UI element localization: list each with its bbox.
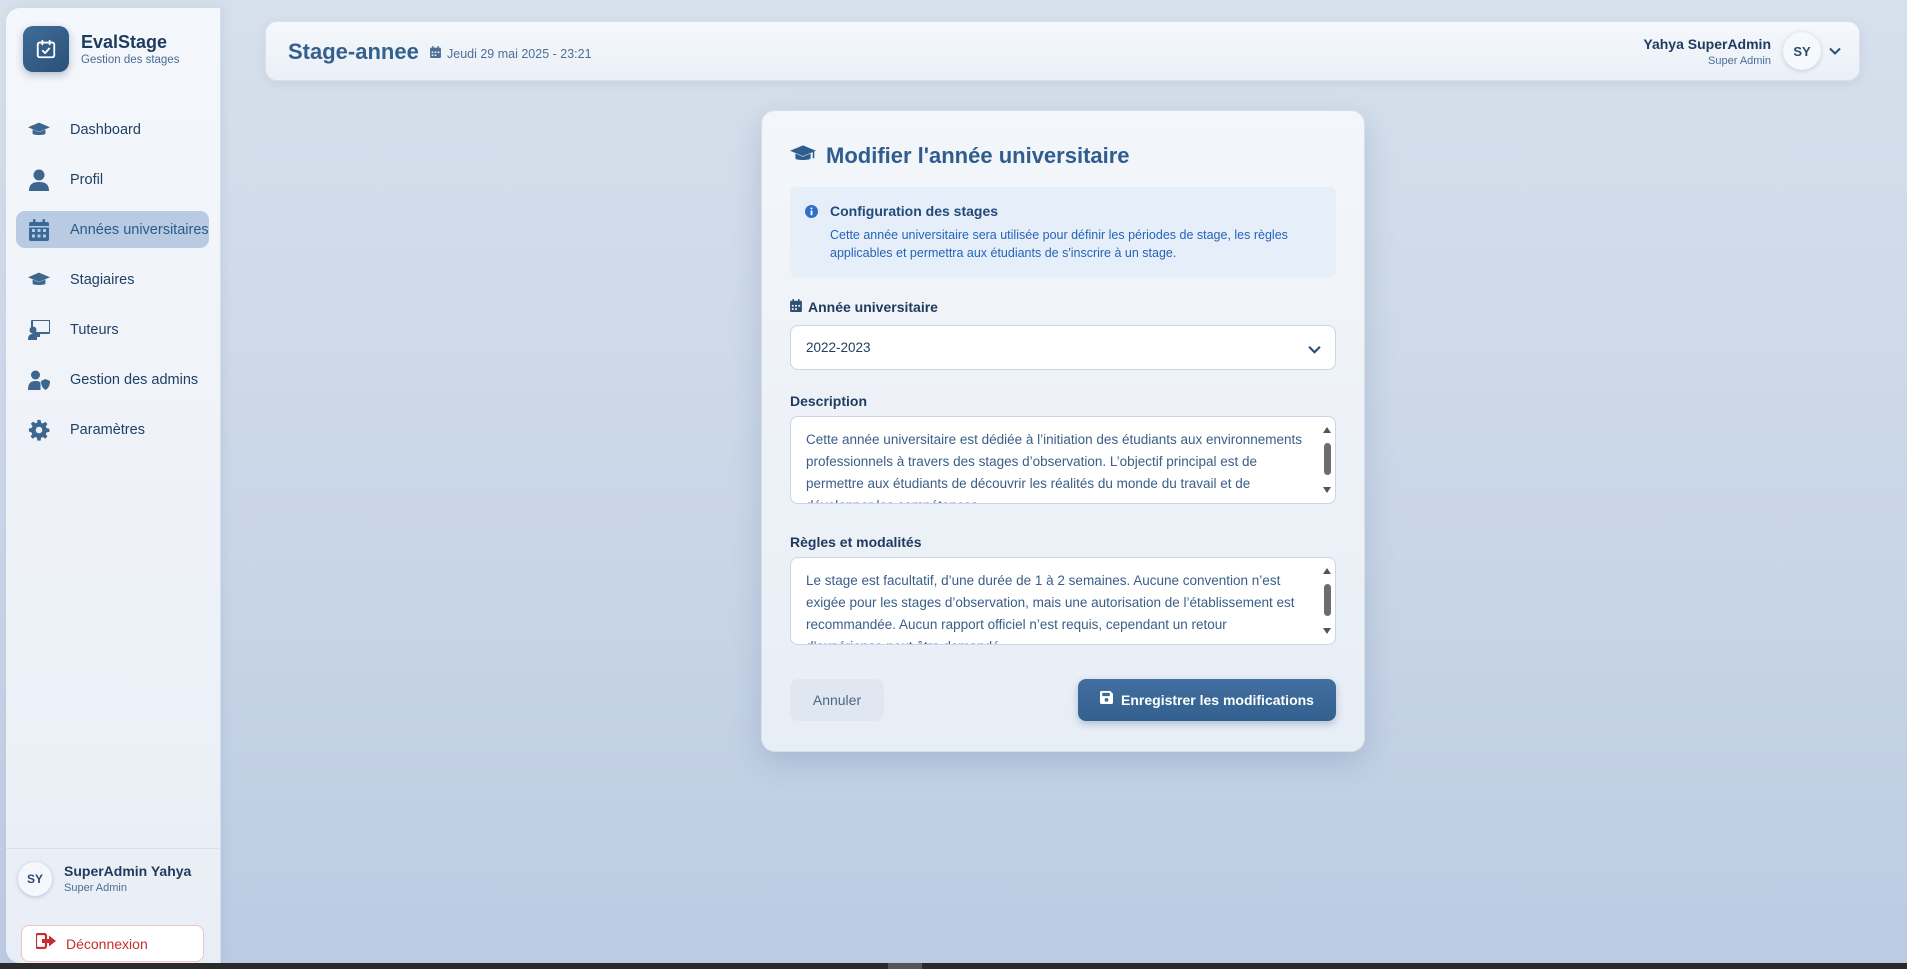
description-textarea[interactable]: Cette année universitaire est dédiée à l… [790,416,1336,504]
sidebar-item-label: Tuteurs [70,321,119,338]
scrollbar[interactable] [1321,421,1333,499]
user-shield-icon [28,369,50,391]
scroll-thumb[interactable] [1324,443,1331,475]
header-user-name: Yahya SuperAdmin [1643,35,1771,52]
chevron-down-icon [1308,341,1321,359]
graduation-cap-icon [28,119,50,141]
scroll-thumb[interactable] [1324,584,1331,616]
floppy-disk-icon [1100,691,1114,709]
year-select-value: 2022-2023 [806,340,871,355]
graduation-cap-icon [28,269,50,291]
rules-label: Règles et modalités [790,534,922,550]
sidebar-item-tuteurs[interactable]: Tuteurs [16,311,209,348]
datetime-text: Jeudi 29 mai 2025 - 23:21 [447,47,592,61]
calendar-icon [790,299,802,315]
calendar-check-icon [23,26,69,72]
description-label-text: Description [790,393,868,409]
edit-year-modal: Modifier l'année universitaire Configura… [761,110,1365,752]
year-select[interactable]: 2022-2023 [790,325,1336,370]
sidebar-item-label: Gestion des admins [70,371,199,388]
sidebar-item-profil[interactable]: Profil [16,161,209,198]
rules-text: Le stage est facultatif, d’une durée de … [806,573,1295,644]
cancel-button[interactable]: Annuler [790,679,884,721]
taskbar [0,963,1907,969]
avatar[interactable]: SY [1783,32,1821,70]
header-user-menu[interactable]: Yahya SuperAdmin Super Admin SY [1643,32,1841,70]
description-text: Cette année universitaire est dédiée à l… [806,432,1303,503]
modal-title: Modifier l'année universitaire [790,143,1130,169]
scroll-down-arrow-icon[interactable] [1323,628,1331,634]
calendar-icon [28,218,50,241]
sidebar-user-role: Super Admin [64,882,127,894]
scroll-up-arrow-icon[interactable] [1323,568,1331,574]
chevron-down-icon[interactable] [1829,47,1841,55]
user-icon [28,169,50,191]
sidebar-user[interactable]: SY SuperAdmin Yahya Super Admin [6,848,221,908]
info-circle-icon [805,205,818,223]
year-label: Année universitaire [790,299,938,315]
year-label-text: Année universitaire [808,299,938,315]
chalkboard-teacher-icon [28,319,50,341]
brand[interactable]: EvalStage Gestion des stages [23,26,179,72]
logout-label: Déconnexion [66,935,148,952]
taskbar-item[interactable] [888,963,922,969]
header-user-role: Super Admin [1708,54,1771,67]
gear-icon [28,419,50,441]
info-box: Configuration des stages Cette année uni… [790,187,1336,277]
sidebar-item-dashboard[interactable]: Dashboard [16,111,209,148]
scroll-up-arrow-icon[interactable] [1323,427,1331,433]
sidebar-item-label: Paramètres [70,421,145,438]
sidebar-user-name: SuperAdmin Yahya [64,863,192,879]
modal-title-text: Modifier l'année universitaire [826,143,1130,168]
sidebar-item-label: Profil [70,171,104,188]
sign-out-icon [34,932,56,954]
page-title: Stage-annee [288,39,419,64]
info-title: Configuration des stages [830,203,999,219]
sidebar-item-annees-universitaires[interactable]: Années universitaires [16,211,209,248]
scroll-down-arrow-icon[interactable] [1323,487,1331,493]
brand-subtitle: Gestion des stages [81,54,180,66]
save-button[interactable]: Enregistrer les modifications [1078,679,1336,721]
graduation-cap-icon [790,144,816,168]
brand-name: EvalStage [81,32,168,52]
sidebar-item-parametres[interactable]: Paramètres [16,411,209,448]
sidebar-item-label: Stagiaires [70,271,135,288]
rules-textarea[interactable]: Le stage est facultatif, d’une durée de … [790,557,1336,645]
avatar: SY [18,861,52,896]
description-label: Description [790,393,867,409]
logout-button[interactable]: Déconnexion [21,925,204,962]
sidebar: EvalStage Gestion des stages Dashboard P… [6,8,221,963]
sidebar-item-stagiaires[interactable]: Stagiaires [16,261,209,298]
info-text: Cette année universitaire sera utilisée … [830,228,1288,260]
save-button-label: Enregistrer les modifications [1121,692,1314,708]
calendar-icon [430,45,441,63]
top-header: Stage-annee Jeudi 29 mai 2025 - 23:21 Ya… [265,21,1860,81]
sidebar-nav: Dashboard Profil Années universitaires S… [16,111,209,461]
sidebar-item-label: Dashboard [70,121,141,138]
sidebar-item-gestion-des-admins[interactable]: Gestion des admins [16,361,209,398]
sidebar-item-label: Années universitaires [70,221,209,238]
rules-label-text: Règles et modalités [790,534,922,550]
header-datetime: Jeudi 29 mai 2025 - 23:21 [430,45,592,63]
scrollbar[interactable] [1321,562,1333,640]
